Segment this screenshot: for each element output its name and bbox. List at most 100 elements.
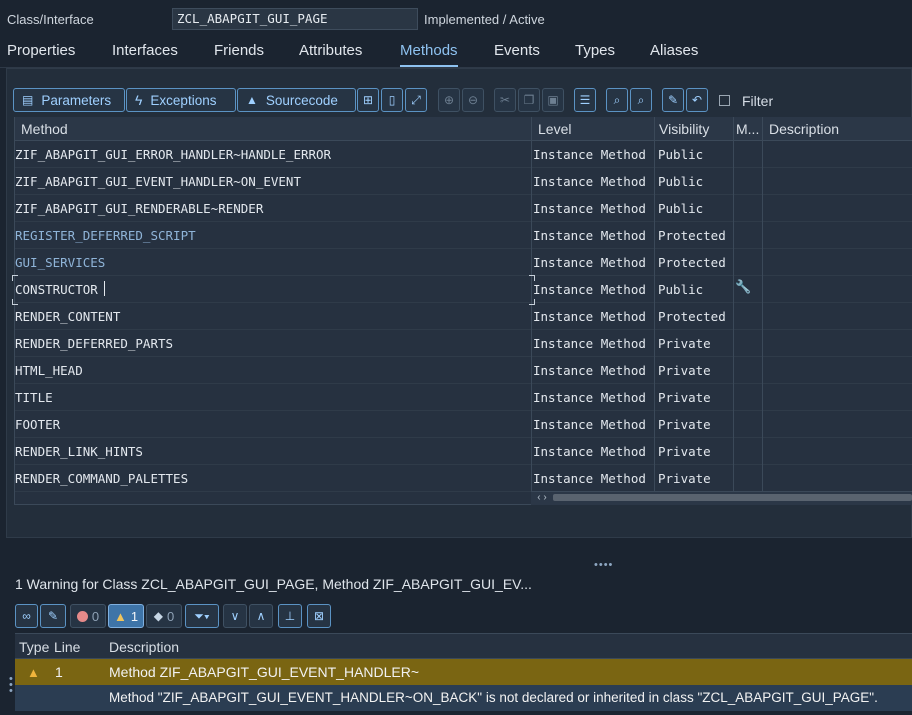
- close-messages-button[interactable]: ⊠: [307, 604, 331, 628]
- tab-interfaces[interactable]: Interfaces: [112, 42, 178, 65]
- method-level[interactable]: Instance Method: [533, 282, 646, 297]
- method-visibility[interactable]: Private: [658, 336, 711, 351]
- method-name[interactable]: RENDER_DEFERRED_PARTS: [15, 336, 173, 351]
- table-row[interactable]: ZIF_ABAPGIT_GUI_ERROR_HANDLER~HANDLE_ERR…: [15, 141, 912, 168]
- method-visibility[interactable]: Private: [658, 390, 711, 405]
- table-row[interactable]: RENDER_DEFERRED_PARTS Instance Method Priv…: [15, 330, 912, 357]
- tab-properties[interactable]: Properties: [7, 42, 75, 65]
- navigate-button[interactable]: ⊞: [357, 88, 379, 112]
- table-row[interactable]: RENDER_CONTENT Instance Method Protected: [15, 303, 912, 330]
- errors-filter-button[interactable]: 0: [70, 604, 106, 628]
- details-button[interactable]: ∞: [15, 604, 38, 628]
- scroll-arrows-icon[interactable]: ‹ ›: [531, 491, 553, 504]
- edit-message-button[interactable]: ✎: [40, 604, 66, 628]
- method-name[interactable]: ZIF_ABAPGIT_GUI_EVENT_HANDLER~ON_EVENT: [15, 174, 301, 189]
- info-filter-button[interactable]: ◆ 0: [146, 604, 182, 628]
- table-row[interactable]: RENDER_COMMAND_PALETTES Instance Method Pr…: [15, 465, 912, 492]
- paste-button[interactable]: ▣: [542, 88, 564, 112]
- method-level[interactable]: Instance Method: [533, 471, 646, 486]
- method-level[interactable]: Instance Method: [533, 201, 646, 216]
- method-level[interactable]: Instance Method: [533, 444, 646, 459]
- method-name[interactable]: ZIF_ABAPGIT_GUI_ERROR_HANDLER~HANDLE_ERR…: [15, 147, 331, 162]
- method-level[interactable]: Instance Method: [533, 336, 646, 351]
- method-visibility[interactable]: Public: [658, 201, 703, 216]
- method-name[interactable]: RENDER_COMMAND_PALETTES: [15, 471, 188, 486]
- exceptions-button[interactable]: ϟ Exceptions: [126, 88, 236, 112]
- method-level[interactable]: Instance Method: [533, 174, 646, 189]
- column-header-level[interactable]: Level: [532, 117, 654, 141]
- expand-button[interactable]: ⤢: [405, 88, 427, 112]
- tab-methods[interactable]: Methods: [400, 42, 458, 67]
- table-row[interactable]: GUI_SERVICES Instance Method Protected: [15, 249, 912, 276]
- column-header-method[interactable]: Method: [15, 117, 531, 141]
- method-visibility[interactable]: Public: [658, 174, 703, 189]
- filter-checkbox[interactable]: [719, 95, 730, 106]
- method-visibility[interactable]: Protected: [658, 228, 726, 243]
- delete-row-button[interactable]: ⊖: [462, 88, 484, 112]
- row-grip-handle[interactable]: • • •: [9, 674, 13, 697]
- method-name[interactable]: RENDER_CONTENT: [15, 309, 120, 324]
- table-row[interactable]: CONSTRUCTOR Instance Method Public 🔧: [15, 276, 912, 303]
- search-next-button[interactable]: ⌕: [630, 88, 652, 112]
- method-level[interactable]: Instance Method: [533, 228, 646, 243]
- document-button[interactable]: ▯: [381, 88, 403, 112]
- tab-aliases[interactable]: Aliases: [650, 42, 698, 65]
- method-name[interactable]: CONSTRUCTOR: [15, 282, 98, 297]
- method-level[interactable]: Instance Method: [533, 255, 646, 270]
- insert-row-button[interactable]: ⊕: [438, 88, 460, 112]
- tab-events[interactable]: Events: [494, 42, 540, 65]
- method-visibility[interactable]: Private: [658, 471, 711, 486]
- copy-button[interactable]: ❐: [518, 88, 540, 112]
- class-interface-field[interactable]: ZCL_ABAPGIT_GUI_PAGE: [172, 8, 418, 30]
- method-visibility[interactable]: Private: [658, 444, 711, 459]
- next-message-button[interactable]: ∨: [223, 604, 247, 628]
- previous-message-button[interactable]: ∧: [249, 604, 273, 628]
- method-visibility[interactable]: Protected: [658, 309, 726, 324]
- table-row[interactable]: RENDER_LINK_HINTS Instance Method Private: [15, 438, 912, 465]
- cut-button[interactable]: ✂: [494, 88, 516, 112]
- sort-button[interactable]: ☰: [574, 88, 596, 112]
- table-row[interactable]: FOOTER Instance Method Private: [15, 411, 912, 438]
- column-header-m[interactable]: M...: [734, 117, 762, 141]
- method-visibility[interactable]: Public: [658, 282, 703, 297]
- method-visibility[interactable]: Protected: [658, 255, 726, 270]
- pin-button[interactable]: ⊥: [278, 604, 302, 628]
- method-visibility[interactable]: Public: [658, 147, 703, 162]
- method-name[interactable]: REGISTER_DEFERRED_SCRIPT: [15, 228, 196, 243]
- tab-attributes[interactable]: Attributes: [299, 42, 362, 65]
- table-row[interactable]: REGISTER_DEFERRED_SCRIPT Instance Method P…: [15, 222, 912, 249]
- column-header-line[interactable]: Line: [54, 639, 80, 655]
- table-row[interactable]: ZIF_ABAPGIT_GUI_EVENT_HANDLER~ON_EVENT In…: [15, 168, 912, 195]
- method-level[interactable]: Instance Method: [533, 363, 646, 378]
- edit-button[interactable]: ✎: [662, 88, 684, 112]
- sourcecode-button[interactable]: ▲ Sourcecode: [237, 88, 356, 112]
- method-name[interactable]: TITLE: [15, 390, 53, 405]
- method-name[interactable]: RENDER_LINK_HINTS: [15, 444, 143, 459]
- tab-friends[interactable]: Friends: [214, 42, 264, 65]
- table-row[interactable]: ZIF_ABAPGIT_GUI_RENDERABLE~RENDER Instanc…: [15, 195, 912, 222]
- undo-button[interactable]: ↶: [686, 88, 708, 112]
- method-visibility[interactable]: Private: [658, 417, 711, 432]
- message-row[interactable]: ▲ 1 Method ZIF_ABAPGIT_GUI_EVENT_HANDLER…: [15, 659, 912, 685]
- method-name[interactable]: GUI_SERVICES: [15, 255, 105, 270]
- table-row[interactable]: HTML_HEAD Instance Method Private: [15, 357, 912, 384]
- method-level[interactable]: Instance Method: [533, 417, 646, 432]
- splitter-handle[interactable]: ••••: [594, 559, 613, 571]
- method-level[interactable]: Instance Method: [533, 390, 646, 405]
- method-name[interactable]: ZIF_ABAPGIT_GUI_RENDERABLE~RENDER: [15, 201, 263, 216]
- column-header-type[interactable]: Type: [19, 639, 49, 655]
- table-row[interactable]: TITLE Instance Method Private: [15, 384, 912, 411]
- column-header-description[interactable]: Description: [109, 639, 179, 655]
- method-level[interactable]: Instance Method: [533, 309, 646, 324]
- search-button[interactable]: ⌕: [606, 88, 628, 112]
- message-row[interactable]: Method "ZIF_ABAPGIT_GUI_EVENT_HANDLER~ON…: [15, 685, 912, 711]
- method-level[interactable]: Instance Method: [533, 147, 646, 162]
- tab-types[interactable]: Types: [575, 42, 615, 65]
- method-name[interactable]: HTML_HEAD: [15, 363, 83, 378]
- method-name[interactable]: FOOTER: [15, 417, 60, 432]
- method-visibility[interactable]: Private: [658, 363, 711, 378]
- scrollbar-thumb[interactable]: [553, 494, 912, 501]
- column-header-visibility[interactable]: Visibility: [655, 117, 733, 141]
- column-header-description[interactable]: Description: [763, 117, 912, 141]
- warnings-filter-button[interactable]: ▲ 1: [108, 604, 144, 628]
